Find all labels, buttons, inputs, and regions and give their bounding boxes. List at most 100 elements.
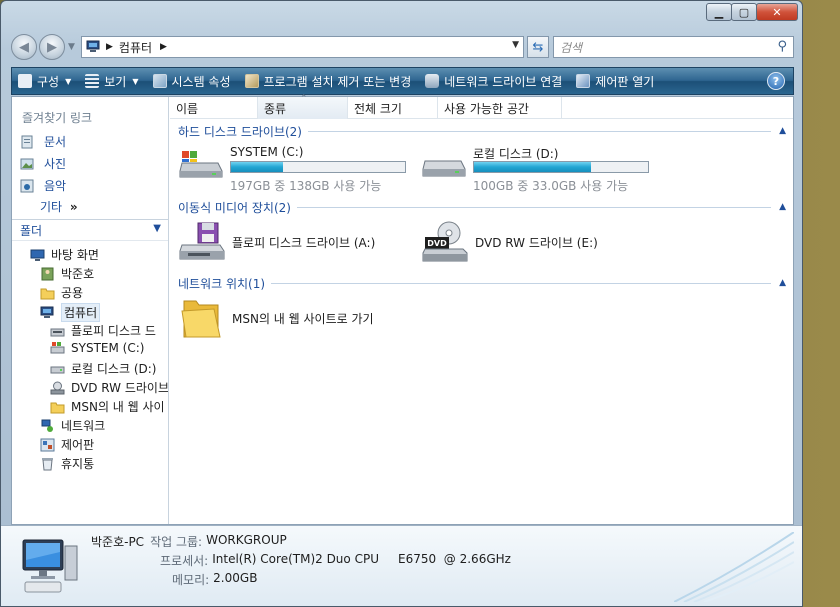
device-name: DVD RW 드라이브 (E:) — [475, 235, 598, 250]
search-input[interactable]: 검색 ⚲ — [553, 36, 794, 58]
collapse-group-icon[interactable]: ▲ — [779, 202, 786, 212]
group-network-locations[interactable]: 네트워크 위치(1) ▲ — [178, 275, 786, 291]
music-icon — [20, 179, 34, 192]
computer-icon — [86, 40, 100, 52]
back-button[interactable]: ◀ — [11, 34, 37, 60]
tree-item-computer[interactable]: 컴퓨터 — [40, 303, 101, 322]
device-floppy-a[interactable]: 플로피 디스크 드라이브 (A:) — [178, 221, 375, 263]
processor-value: Intel(R) Core(TM)2 Duo CPU E6750 @ 2.66G… — [212, 552, 511, 566]
control-panel-icon — [576, 74, 591, 88]
maximize-button[interactable]: ▢ — [731, 3, 757, 21]
address-row: ◀ ▶ ▼ ▶ 컴퓨터 ▶ ▼ ⇆ 검색 ⚲ — [1, 31, 802, 65]
hard-drive-icon — [422, 160, 466, 177]
tree-item-recycle-bin[interactable]: 휴지통 — [40, 455, 94, 472]
tree-item-control-panel[interactable]: 제어판 — [40, 436, 94, 453]
decorative-swoosh — [674, 532, 794, 602]
system-drive-icon — [50, 342, 65, 354]
refresh-button[interactable]: ⇆ — [527, 36, 549, 58]
tree-item-public[interactable]: 공용 — [40, 284, 83, 301]
file-list-pane: 이름 종류 ⌃ 전체 크기 사용 가능한 공간 하드 디스크 드라이브(2) ▲ — [170, 94, 793, 524]
chevron-down-icon: ▼ — [65, 76, 72, 86]
column-headers: 이름 종류 ⌃ 전체 크기 사용 가능한 공간 — [170, 94, 793, 119]
processor-label: 프로세서: — [160, 554, 209, 568]
caption-buttons: ▁ ▢ ✕ — [706, 3, 798, 21]
user-folder-icon — [41, 267, 54, 280]
folders-toggle[interactable]: 폴더 ▼ — [12, 219, 168, 241]
details-pane: 박준호-PC 작업 그룹: WORKGROUP 프로세서: Intel(R) C… — [1, 525, 802, 606]
forward-button[interactable]: ▶ — [39, 34, 65, 60]
search-placeholder: 검색 — [560, 40, 583, 55]
forward-arrow-icon: ▶ — [47, 39, 57, 55]
navigation-pane: 즐겨찾기 링크 문서 사진 음악 기타 » 폴더 ▼ 바탕 화면 박준호 공용 … — [12, 97, 169, 524]
network-item-msn[interactable]: MSN의 내 웹 사이트로 가기 — [178, 297, 374, 339]
group-hard-disk-drives[interactable]: 하드 디스크 드라이브(2) ▲ — [178, 123, 786, 139]
tree-item-network[interactable]: 네트워크 — [40, 417, 105, 434]
command-toolbar: 구성 ▼ 보기 ▼ 시스템 속성 프로그램 설치 제거 또는 변경 네트워크 드… — [11, 67, 794, 95]
network-drive-icon — [425, 74, 440, 88]
group-removable-media[interactable]: 이동식 미디어 장치(2) ▲ — [178, 199, 786, 215]
content-frame: 즐겨찾기 링크 문서 사진 음악 기타 » 폴더 ▼ 바탕 화면 박준호 공용 … — [11, 94, 794, 525]
floppy-drive-icon — [179, 222, 225, 260]
close-button[interactable]: ✕ — [756, 3, 798, 21]
folder-icon — [50, 402, 65, 413]
tree-item-local-d[interactable]: 로컬 디스크 (D:) — [50, 360, 156, 377]
views-button[interactable]: 보기 ▼ — [85, 73, 139, 90]
open-control-panel-button[interactable]: 제어판 열기 — [576, 73, 654, 90]
details-cpu-row: 프로세서: Intel(R) Core(TM)2 Duo CPU E6750 @… — [160, 552, 511, 569]
tree-item-desktop[interactable]: 바탕 화면 — [30, 246, 99, 263]
favorite-pictures[interactable]: 사진 — [20, 155, 66, 172]
favorite-links-title: 즐겨찾기 링크 — [22, 111, 93, 125]
tree-item-msn-site[interactable]: MSN의 내 웹 사이 — [50, 398, 165, 415]
tree-item-dvd[interactable]: DVD RW 드라이브 — [50, 379, 168, 396]
tree-item-system-c[interactable]: SYSTEM (C:) — [50, 341, 144, 355]
drive-usage-bar — [230, 161, 406, 173]
help-icon: ? — [772, 74, 780, 88]
tree-item-user[interactable]: 박준호 — [40, 265, 94, 282]
pc-name: 박준호-PC — [91, 535, 145, 549]
more-favorites-link[interactable]: 기타 » — [40, 198, 78, 215]
organize-button[interactable]: 구성 ▼ — [18, 73, 71, 90]
uninstall-program-button[interactable]: 프로그램 설치 제거 또는 변경 — [244, 73, 411, 90]
address-bar[interactable]: ▶ 컴퓨터 ▶ ▼ — [81, 36, 524, 58]
column-total-size[interactable]: 전체 크기 — [348, 97, 438, 119]
workgroup-value: WORKGROUP — [206, 533, 287, 547]
desktop-icon — [30, 249, 45, 261]
recent-pages-dropdown-icon[interactable]: ▼ — [68, 42, 75, 52]
search-icon[interactable]: ⚲ — [777, 39, 787, 54]
sort-ascending-icon: ⌃ — [300, 94, 308, 104]
breadcrumb-separator-icon[interactable]: ▶ — [106, 42, 113, 52]
favorite-music[interactable]: 음악 — [20, 177, 66, 194]
drive-name: SYSTEM (C:) — [230, 145, 304, 159]
drive-local-d[interactable]: 로컬 디스크 (D:) 100GB 중 33.0GB 사용 가능 — [421, 145, 661, 193]
favorite-documents[interactable]: 문서 — [20, 133, 66, 150]
address-dropdown-icon[interactable]: ▼ — [512, 40, 519, 50]
collapse-group-icon[interactable]: ▲ — [779, 126, 786, 136]
folder-icon — [40, 288, 55, 299]
minimize-button[interactable]: ▁ — [706, 3, 732, 21]
maximize-icon: ▢ — [738, 5, 750, 19]
breadcrumb-computer[interactable]: 컴퓨터 — [119, 39, 152, 56]
drive-name: 로컬 디스크 (D:) — [473, 147, 559, 161]
breadcrumb-chevron-icon[interactable]: ▶ — [160, 42, 167, 52]
views-icon — [85, 74, 100, 88]
chevron-down-icon: ▼ — [153, 223, 161, 234]
column-free-space[interactable]: 사용 가능한 공간 — [438, 97, 562, 119]
back-arrow-icon: ◀ — [19, 39, 29, 55]
details-memory-row: 메모리: 2.00GB — [172, 571, 257, 588]
drive-space-info: 100GB 중 33.0GB 사용 가능 — [473, 179, 629, 193]
group-divider — [296, 206, 772, 208]
tree-item-floppy[interactable]: 플로피 디스크 드 — [50, 322, 156, 339]
close-icon: ✕ — [772, 5, 782, 19]
chevron-down-icon: ▼ — [132, 76, 139, 86]
collapse-group-icon[interactable]: ▲ — [779, 278, 786, 288]
device-dvd-e[interactable]: DVD DVD RW 드라이브 (E:) — [421, 221, 598, 263]
help-button[interactable]: ? — [767, 72, 785, 90]
map-network-drive-button[interactable]: 네트워크 드라이브 연결 — [425, 73, 562, 90]
organize-icon — [18, 74, 32, 88]
double-chevron-right-icon: » — [69, 200, 78, 214]
minimize-icon: ▁ — [714, 5, 724, 19]
drive-system-c[interactable]: SYSTEM (C:) 197GB 중 138GB 사용 가능 — [178, 145, 418, 193]
computer-icon — [22, 539, 78, 593]
system-properties-button[interactable]: 시스템 속성 — [152, 73, 231, 90]
column-name[interactable]: 이름 — [170, 97, 258, 119]
